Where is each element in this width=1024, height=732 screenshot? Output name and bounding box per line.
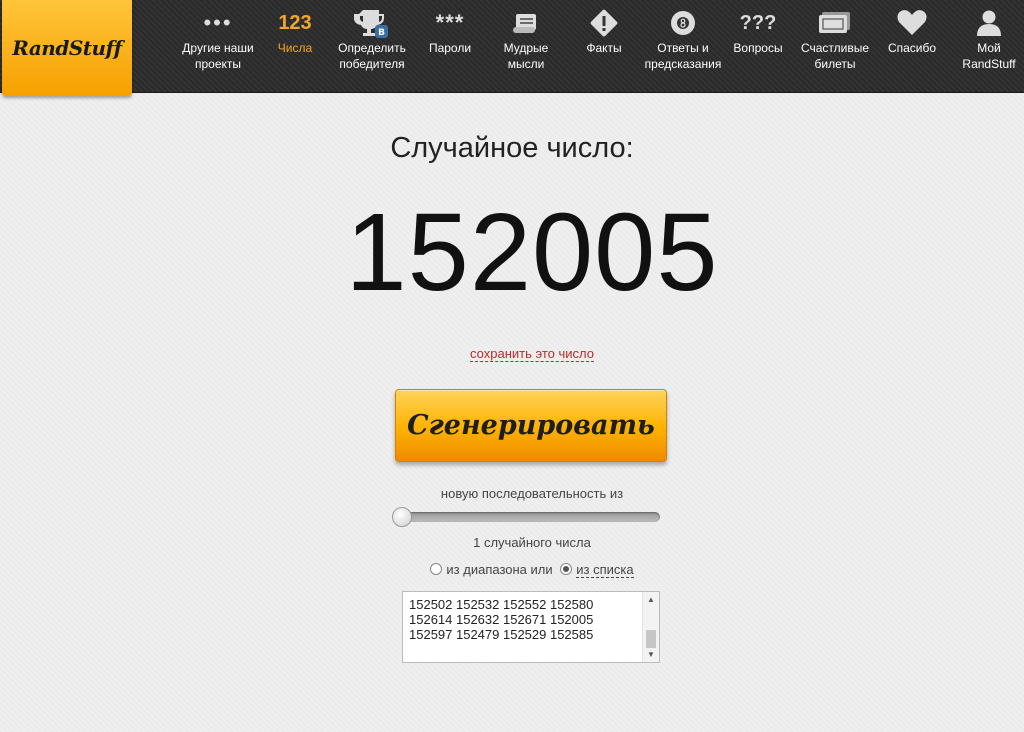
nav-label: Определить победителя bbox=[338, 41, 406, 71]
nav-wise-thoughts[interactable]: Мудрые мысли bbox=[494, 0, 558, 92]
nav-passwords[interactable]: *** Пароли bbox=[420, 0, 480, 92]
numbers-123-icon: 123 bbox=[278, 12, 312, 34]
nav-other-projects[interactable]: ••• Другие наши проекты bbox=[176, 0, 260, 92]
count-slider[interactable] bbox=[392, 507, 660, 527]
range-option-label[interactable]: из диапазона или bbox=[446, 562, 552, 577]
random-number-display: 152005 bbox=[345, 191, 719, 314]
number-list-textarea[interactable]: 152502 152532 152552 152580 152614 15263… bbox=[402, 591, 660, 663]
count-label: 1 случайного числа bbox=[473, 535, 591, 550]
logo-text: RandStuff bbox=[12, 36, 122, 60]
save-number-link[interactable]: сохранить это число bbox=[470, 346, 594, 362]
user-icon bbox=[956, 0, 1022, 40]
source-selector: из диапазона или из списка bbox=[0, 562, 1024, 578]
heart-icon bbox=[882, 0, 942, 40]
list-content: 152502 152532 152552 152580 152614 15263… bbox=[409, 592, 594, 642]
nav-questions[interactable]: ??? Вопросы bbox=[728, 0, 788, 92]
more-dots-icon: ••• bbox=[203, 10, 233, 35]
sequence-label: новую последовательность из bbox=[440, 486, 624, 501]
scroll-up-icon[interactable]: ▲ bbox=[647, 595, 655, 604]
nav-determine-winner[interactable]: B Определить победителя bbox=[332, 0, 412, 92]
scroll-icon bbox=[494, 0, 558, 40]
password-stars-icon: *** bbox=[435, 10, 465, 35]
top-navigation-bar: RandStuff ••• Другие наши проекты 123 Чи… bbox=[0, 0, 1024, 96]
randstuff-logo[interactable]: RandStuff bbox=[2, 0, 132, 96]
nav-label: Вопросы bbox=[733, 41, 783, 55]
page-title: Случайное число: bbox=[390, 132, 634, 164]
scroll-down-icon[interactable]: ▼ bbox=[647, 650, 655, 659]
generate-button[interactable]: Сгенерировать bbox=[395, 389, 667, 462]
nav-label: Счастливые билеты bbox=[800, 41, 870, 71]
list-line: 152502 152532 152552 152580 bbox=[409, 597, 594, 612]
svg-text:B: B bbox=[378, 28, 385, 38]
nav-label: Пароли bbox=[428, 41, 472, 55]
nav-numbers[interactable]: 123 Числа bbox=[270, 0, 320, 92]
list-option-label[interactable]: из списка bbox=[576, 562, 634, 578]
scroll-thumb[interactable] bbox=[646, 630, 656, 648]
nav-label: Мой RandStuff bbox=[962, 41, 1016, 71]
nav-lucky-tickets[interactable]: Счастливые билеты bbox=[796, 0, 874, 92]
list-line: 152614 152632 152671 152005 bbox=[409, 612, 594, 627]
list-line: 152597 152479 152529 152585 bbox=[409, 627, 594, 642]
nav-label: Факты bbox=[586, 41, 622, 55]
magic-8-ball-icon bbox=[638, 0, 728, 40]
nav-label: Числа bbox=[277, 41, 313, 55]
range-radio[interactable] bbox=[430, 563, 443, 575]
nav-my-randstuff[interactable]: Мой RandStuff bbox=[956, 0, 1022, 92]
nav-answers-predictions[interactable]: Ответы и предсказания bbox=[638, 0, 728, 92]
list-scrollbar[interactable]: ▲ ▼ bbox=[642, 592, 659, 662]
list-radio[interactable] bbox=[560, 563, 573, 575]
nav-thanks[interactable]: Спасибо bbox=[882, 0, 942, 92]
slider-handle[interactable] bbox=[392, 507, 412, 527]
trophy-vk-icon: B bbox=[332, 0, 412, 40]
nav-label: Другие наши проекты bbox=[182, 41, 254, 71]
tickets-icon bbox=[796, 0, 874, 40]
nav-facts[interactable]: Факты bbox=[576, 0, 632, 92]
question-marks-icon: ??? bbox=[739, 12, 777, 34]
exclamation-icon bbox=[576, 0, 632, 40]
nav-label: Спасибо bbox=[887, 41, 937, 55]
nav-label: Мудрые мысли bbox=[503, 41, 549, 71]
save-number-row: сохранить это число bbox=[0, 345, 1024, 363]
nav-label: Ответы и предсказания bbox=[644, 41, 722, 71]
